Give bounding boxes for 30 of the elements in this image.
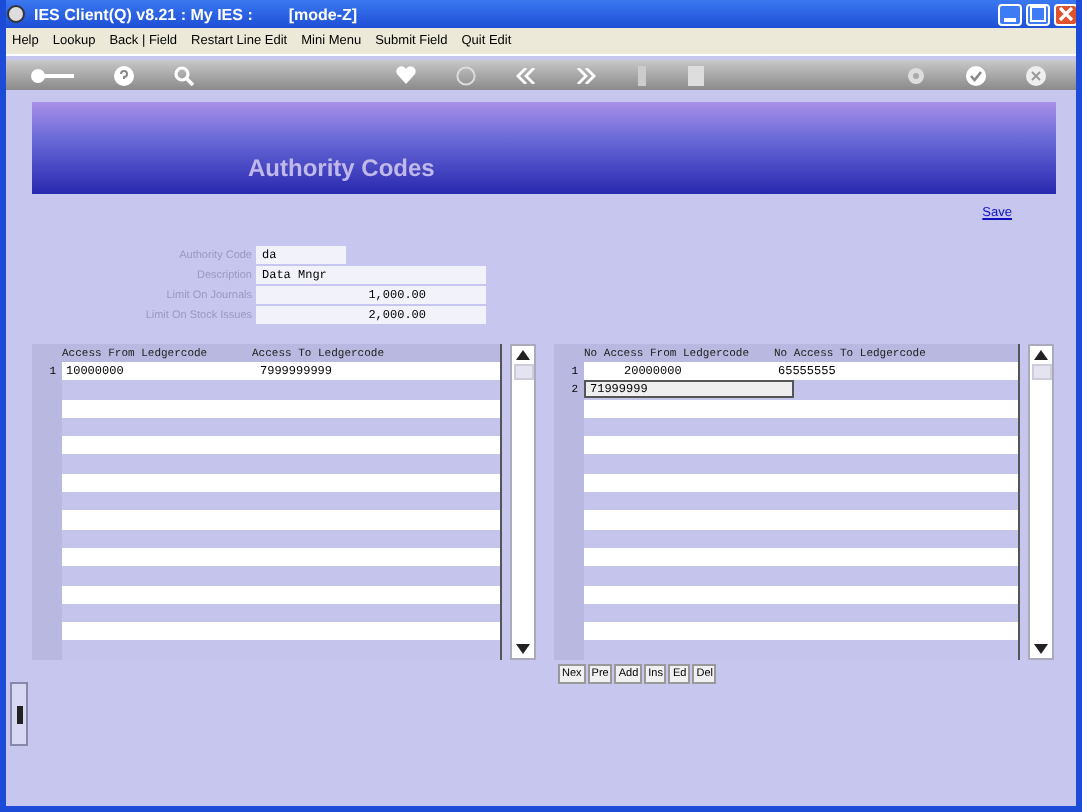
close-button[interactable] [1054, 3, 1076, 25]
double-left-icon[interactable] [515, 67, 536, 83]
scroll-down-icon[interactable] [516, 643, 530, 654]
circle-icon[interactable] [455, 65, 476, 85]
scroll-thumb[interactable] [513, 364, 533, 380]
page-icon[interactable] [688, 65, 705, 85]
close-icon[interactable] [1025, 65, 1046, 85]
minimize-button[interactable] [998, 3, 1022, 25]
help-icon[interactable] [114, 65, 135, 85]
scroll-up-icon[interactable] [516, 350, 530, 360]
window-title: IES Client(Q) v8.21 : My IES : [34, 5, 253, 23]
heart-icon[interactable] [395, 66, 416, 84]
page-title: Authority Codes [248, 154, 435, 182]
scroll-up-icon[interactable] [1034, 350, 1048, 360]
mode-indicator: [mode-Z] [288, 5, 358, 23]
side-panel-tab[interactable] [10, 682, 28, 746]
scrollbar[interactable] [1028, 344, 1054, 660]
key-icon[interactable] [30, 67, 74, 83]
app-icon [6, 4, 26, 24]
scrollbar[interactable] [510, 344, 536, 660]
scroll-down-icon[interactable] [1034, 643, 1048, 654]
check-icon[interactable] [965, 65, 986, 85]
scroll-thumb[interactable] [1031, 364, 1051, 380]
double-right-icon[interactable] [575, 67, 596, 83]
maximize-icon [1030, 6, 1046, 22]
gear-icon[interactable] [905, 65, 926, 85]
search-icon[interactable] [174, 65, 195, 85]
bar-icon[interactable] [636, 65, 649, 85]
maximize-button[interactable] [1026, 3, 1050, 25]
close-icon [1058, 6, 1074, 22]
